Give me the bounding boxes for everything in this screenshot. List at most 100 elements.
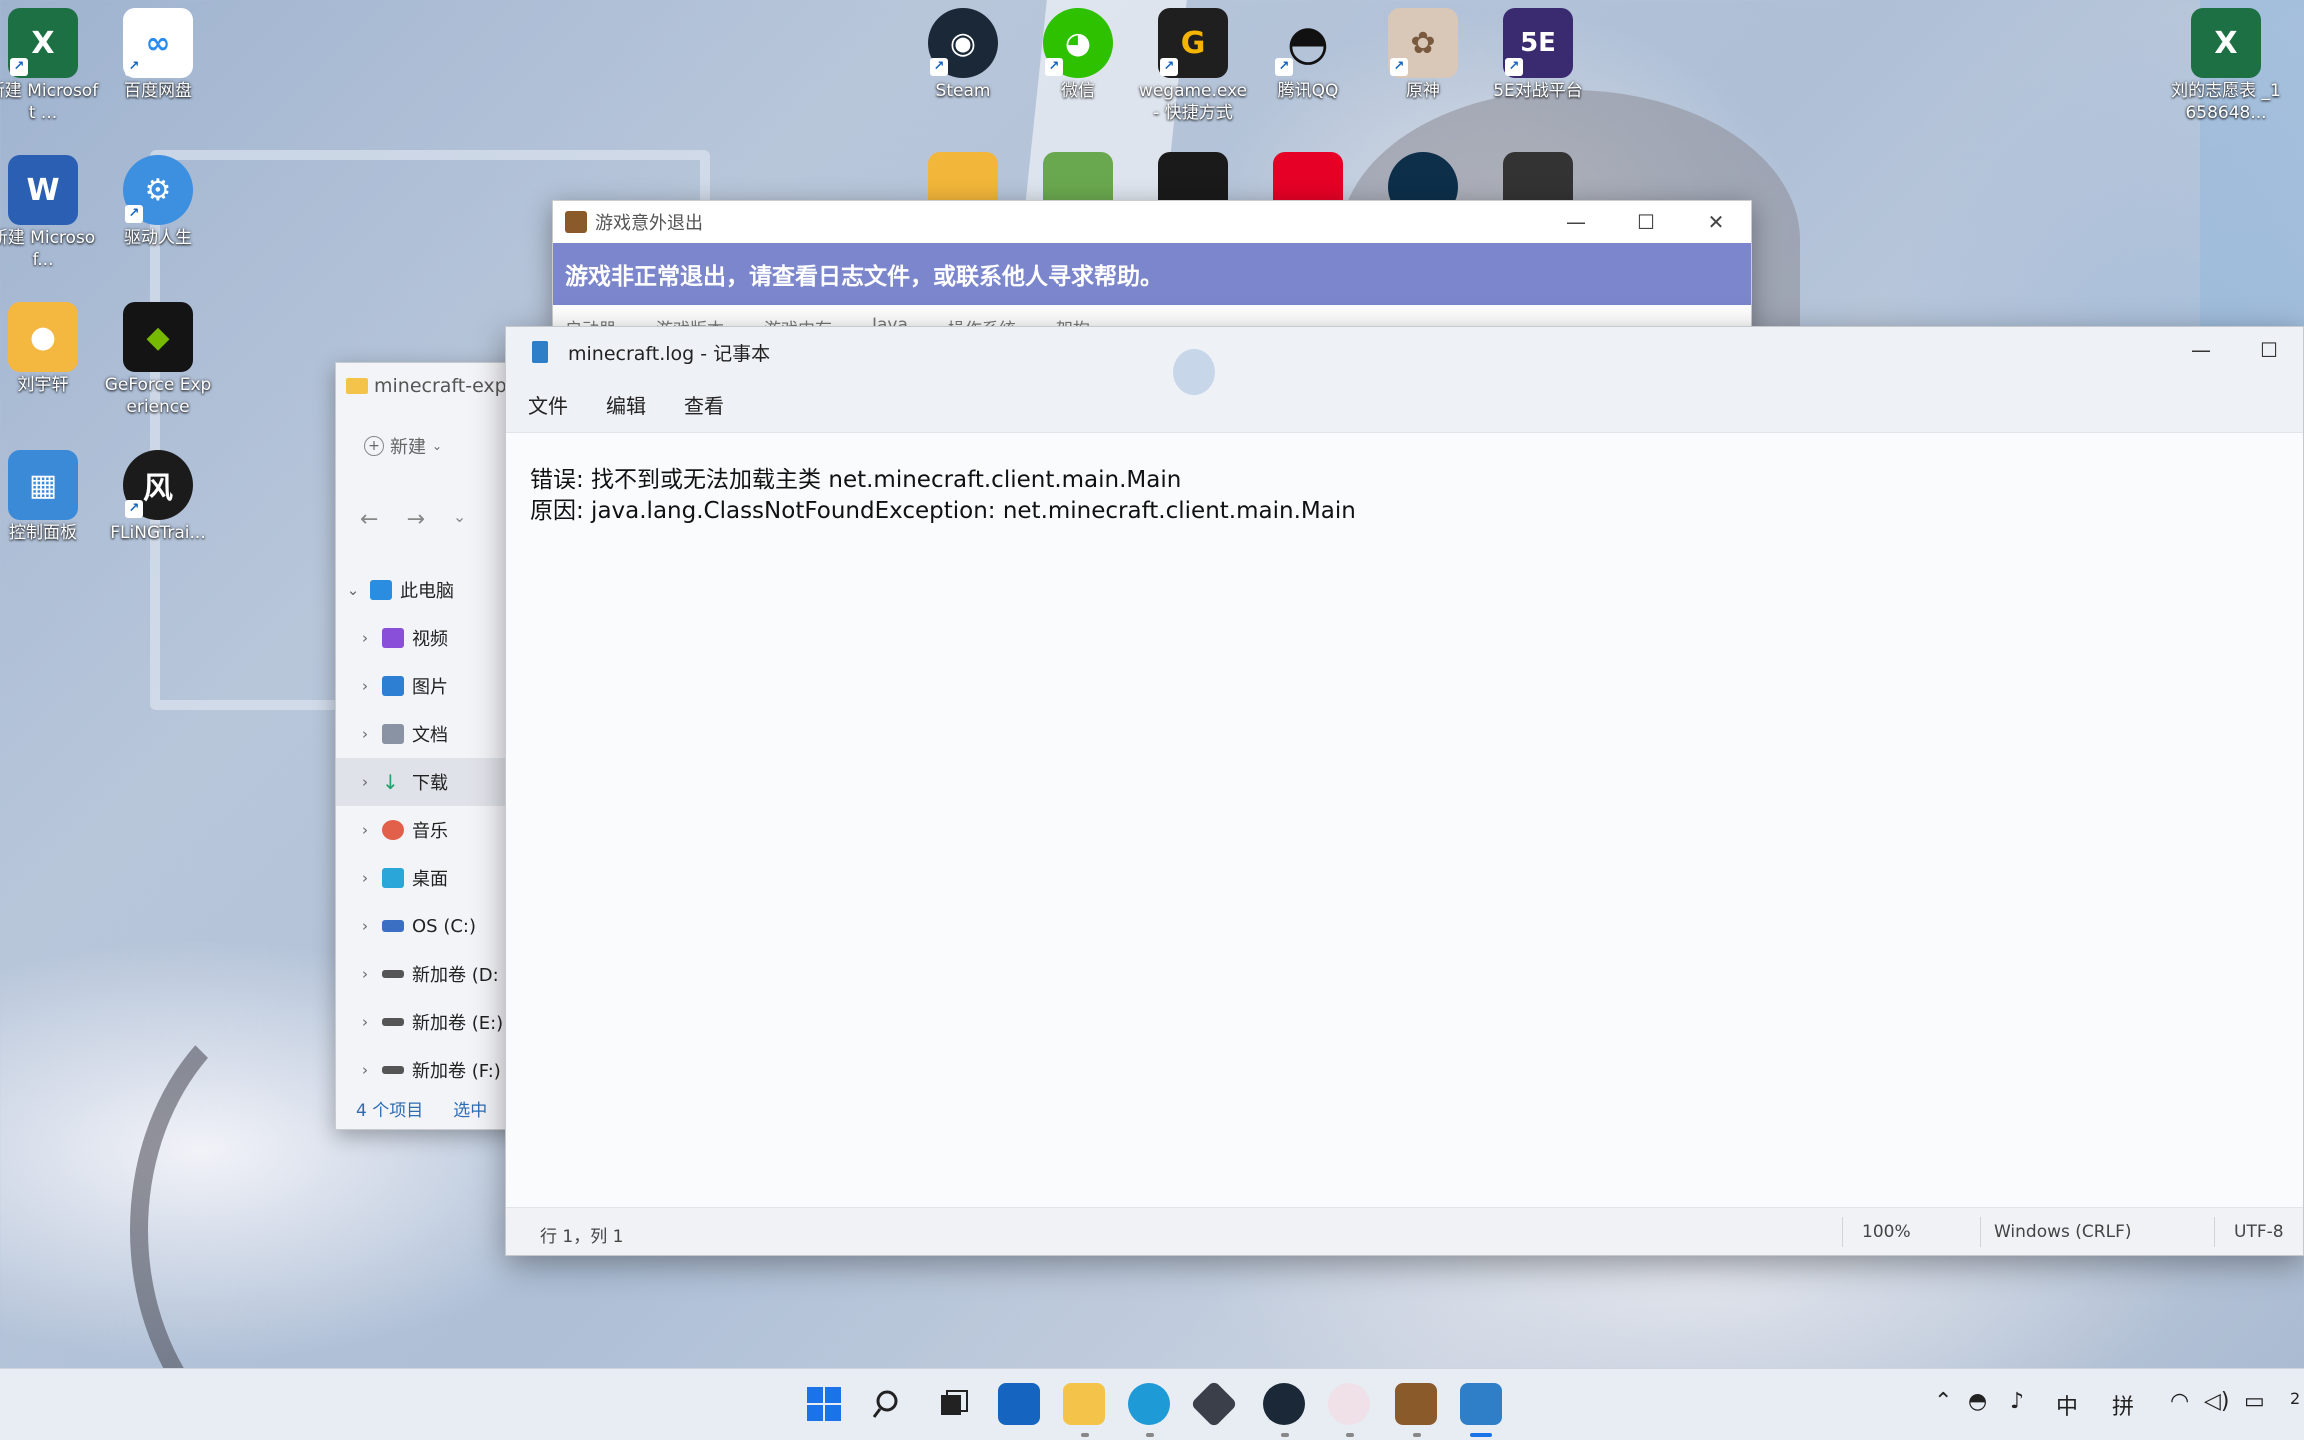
zoom-level[interactable]: 100% bbox=[1862, 1222, 1911, 1242]
running-indicator bbox=[1146, 1433, 1154, 1437]
chevron-down-icon[interactable]: ⌄ bbox=[453, 507, 466, 532]
chevron-up-icon[interactable]: ⌃ bbox=[1934, 1389, 1952, 1414]
steam-icon: ◉ ↗ bbox=[928, 8, 998, 78]
notepad-title: minecraft.log - 记事本 bbox=[568, 342, 771, 365]
drive-icon bbox=[382, 970, 404, 978]
chevron-right-icon[interactable]: › bbox=[354, 773, 376, 791]
volume-icon[interactable]: ◁) bbox=[2204, 1389, 2230, 1414]
chevron-right-icon[interactable]: › bbox=[354, 917, 376, 935]
chevron-down-icon[interactable]: ⌄ bbox=[342, 581, 364, 599]
minimize-button[interactable]: — bbox=[2167, 327, 2235, 373]
chevron-right-icon[interactable]: › bbox=[354, 629, 376, 647]
close-button[interactable]: ✕ bbox=[1681, 201, 1751, 243]
encoding[interactable]: UTF-8 bbox=[2234, 1222, 2284, 1242]
chevron-right-icon[interactable]: › bbox=[354, 725, 376, 743]
wegame-icon: G ↗ bbox=[1158, 8, 1228, 78]
download-icon: ↓ bbox=[382, 770, 399, 794]
notepad-icon[interactable] bbox=[1460, 1383, 1502, 1425]
cube-app-icon[interactable] bbox=[1190, 1380, 1238, 1428]
desktop-icon-baidu-netdisk[interactable]: ∞ ↗ 百度网盘 bbox=[100, 8, 216, 102]
maximize-button[interactable]: ☐ bbox=[1611, 201, 1681, 243]
chevron-right-icon[interactable]: › bbox=[354, 869, 376, 887]
minimize-button[interactable]: — bbox=[1541, 201, 1611, 243]
wifi-icon[interactable]: ◠ bbox=[2170, 1389, 2189, 1414]
maximize-button[interactable]: ☐ bbox=[2235, 327, 2303, 373]
word-icon: W bbox=[8, 155, 78, 225]
computer-icon bbox=[370, 580, 392, 600]
notepad-text-area[interactable]: 错误: 找不到或无法加载主类 net.minecraft.client.main… bbox=[506, 433, 2303, 559]
item-count: 4 个项目 bbox=[356, 1101, 424, 1121]
folder-icon bbox=[346, 378, 368, 394]
selected-count: 选中 bbox=[453, 1101, 488, 1121]
forward-arrow-icon[interactable]: → bbox=[406, 507, 424, 532]
menu-edit[interactable]: 编辑 bbox=[606, 390, 646, 419]
microsoft-store-icon[interactable] bbox=[998, 1383, 1040, 1425]
desktop-icon-5e-platform[interactable]: 5E ↗ 5E对战平台 bbox=[1480, 8, 1596, 102]
desktop-icon-wegame[interactable]: G ↗ wegame.exe - 快捷方式 bbox=[1135, 8, 1251, 124]
notepad-statusbar: 行 1，列 1 100% Windows (CRLF) UTF-8 bbox=[506, 1207, 2303, 1255]
status-divider bbox=[1842, 1217, 1843, 1247]
menu-file[interactable]: 文件 bbox=[528, 390, 568, 419]
desktop-icon-qq[interactable]: ◓ ↗ 腾讯QQ bbox=[1250, 8, 1366, 102]
running-indicator bbox=[1346, 1433, 1354, 1437]
desktop-icon-user-folder[interactable]: ● 刘宇轩 bbox=[0, 302, 101, 396]
desktop-icon-control-panel[interactable]: ▦ 控制面板 bbox=[0, 450, 101, 544]
notepad-menubar: 文件 编辑 查看 bbox=[506, 377, 2303, 433]
explorer-title: minecraft-expo bbox=[374, 375, 519, 397]
minecraft-block-icon bbox=[565, 211, 587, 233]
chevron-right-icon[interactable]: › bbox=[354, 821, 376, 839]
qq-tray-icon[interactable]: ◓ bbox=[1968, 1389, 1987, 1414]
anime-avatar-icon[interactable] bbox=[1328, 1383, 1370, 1425]
cursor-position: 行 1，列 1 bbox=[540, 1227, 624, 1247]
music-icon bbox=[382, 820, 404, 840]
image-icon bbox=[382, 676, 404, 696]
file-explorer-icon[interactable] bbox=[1063, 1383, 1105, 1425]
back-arrow-icon[interactable]: ← bbox=[360, 507, 378, 532]
line-ending[interactable]: Windows (CRLF) bbox=[1994, 1222, 2132, 1242]
search-icon[interactable] bbox=[868, 1383, 910, 1425]
desktop-icon-excel-volunteer[interactable]: X 刘的志愿表 _1658648... bbox=[2168, 8, 2284, 124]
notepad-titlebar[interactable]: minecraft.log - 记事本 — ☐ bbox=[506, 327, 2303, 395]
desktop-icon-word-new[interactable]: W 新建 Microsof... bbox=[0, 155, 101, 271]
minecraft-block-icon[interactable] bbox=[1395, 1383, 1437, 1425]
chevron-right-icon[interactable]: › bbox=[354, 1013, 376, 1031]
desktop-icon-genshin[interactable]: ✿ ↗ 原神 bbox=[1365, 8, 1481, 102]
desktop-icon-geforce[interactable]: ◆ GeForce Experience bbox=[100, 302, 216, 418]
chevron-right-icon[interactable]: › bbox=[354, 965, 376, 983]
user-folder-icon: ● bbox=[8, 302, 78, 372]
desktop-icon-wechat[interactable]: ◕ ↗ 微信 bbox=[1020, 8, 1136, 102]
ime-language[interactable]: 中 bbox=[2056, 1389, 2078, 1421]
genshin-icon: ✿ ↗ bbox=[1388, 8, 1458, 78]
edge-browser-icon[interactable] bbox=[1128, 1383, 1170, 1425]
desktop-icon-steam[interactable]: ◉ ↗ Steam bbox=[905, 8, 1021, 102]
battery-icon[interactable]: ▭ bbox=[2244, 1389, 2265, 1414]
desktop-icon-driver-life[interactable]: ⚙ ↗ 驱动人生 bbox=[100, 155, 216, 249]
excel-icon: X ↗ bbox=[8, 8, 78, 78]
windows-start-icon[interactable] bbox=[803, 1383, 845, 1425]
chevron-right-icon[interactable]: › bbox=[354, 677, 376, 695]
desktop-icon-fling-trainer[interactable]: 风 ↗ FLiNGTrai... bbox=[100, 450, 216, 544]
taskbar: ⌃ ◓ ♪ 中 拼 ◠ ◁) ▭ 2 bbox=[0, 1368, 2304, 1440]
crash-message-banner: 游戏非正常退出，请查看日志文件，或联系他人寻求帮助。 bbox=[553, 243, 1751, 305]
log-line-1: 错误: 找不到或无法加载主类 net.minecraft.client.main… bbox=[530, 467, 1182, 493]
drive-icon bbox=[382, 1066, 404, 1074]
chevron-right-icon[interactable]: › bbox=[354, 1061, 376, 1079]
wechat-icon: ◕ ↗ bbox=[1043, 8, 1113, 78]
5e-platform-icon: 5E ↗ bbox=[1503, 8, 1573, 78]
plus-icon: + bbox=[364, 436, 384, 456]
menu-view[interactable]: 查看 bbox=[684, 390, 724, 419]
microphone-icon[interactable]: ♪ bbox=[2010, 1389, 2024, 1414]
explorer-statusbar: 4 个项目 选中 bbox=[356, 1096, 487, 1121]
task-view-icon[interactable] bbox=[933, 1383, 975, 1425]
steam-icon[interactable] bbox=[1263, 1383, 1305, 1425]
ime-mode[interactable]: 拼 bbox=[2112, 1389, 2134, 1421]
qq-penguin-icon: ◓ ↗ bbox=[1273, 8, 1343, 78]
desktop-icon-excel-new[interactable]: X↗ 新建 Microsoft ... bbox=[0, 8, 101, 124]
control-panel-icon: ▦ bbox=[8, 450, 78, 520]
excel-icon: X bbox=[2191, 8, 2261, 78]
log-line-2: 原因: java.lang.ClassNotFoundException: ne… bbox=[530, 498, 1356, 524]
notepad-window: minecraft.log - 记事本 — ☐ 文件 编辑 查看 错误: 找不到… bbox=[505, 326, 2304, 1256]
clock[interactable]: 2 bbox=[2290, 1389, 2300, 1408]
new-button-label: 新建 bbox=[390, 437, 426, 458]
drive-icon bbox=[382, 920, 404, 932]
